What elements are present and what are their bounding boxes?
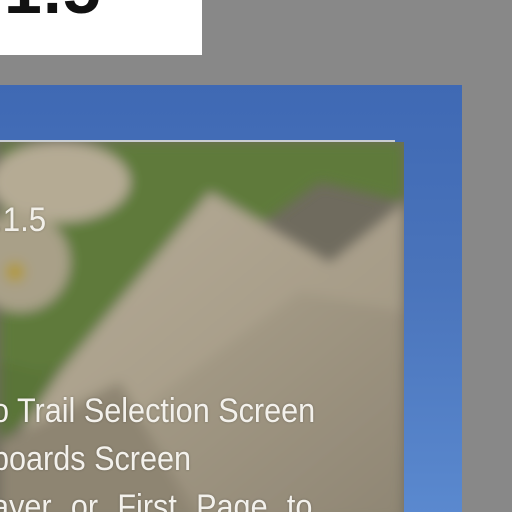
- version-banner-text: 1.5: [4, 0, 102, 24]
- game-version-label: .1.5: [0, 201, 47, 239]
- menu-item-leaderboards[interactable]: boards Screen: [0, 442, 191, 476]
- stage: 1.5 o Trail Selection Screen boards Scre…: [0, 0, 512, 512]
- menu-item-player-page[interactable]: ayer or First Page to: [0, 490, 312, 512]
- menu-item-trail-selection[interactable]: o Trail Selection Screen: [0, 394, 315, 428]
- version-banner: 1.5: [0, 0, 202, 55]
